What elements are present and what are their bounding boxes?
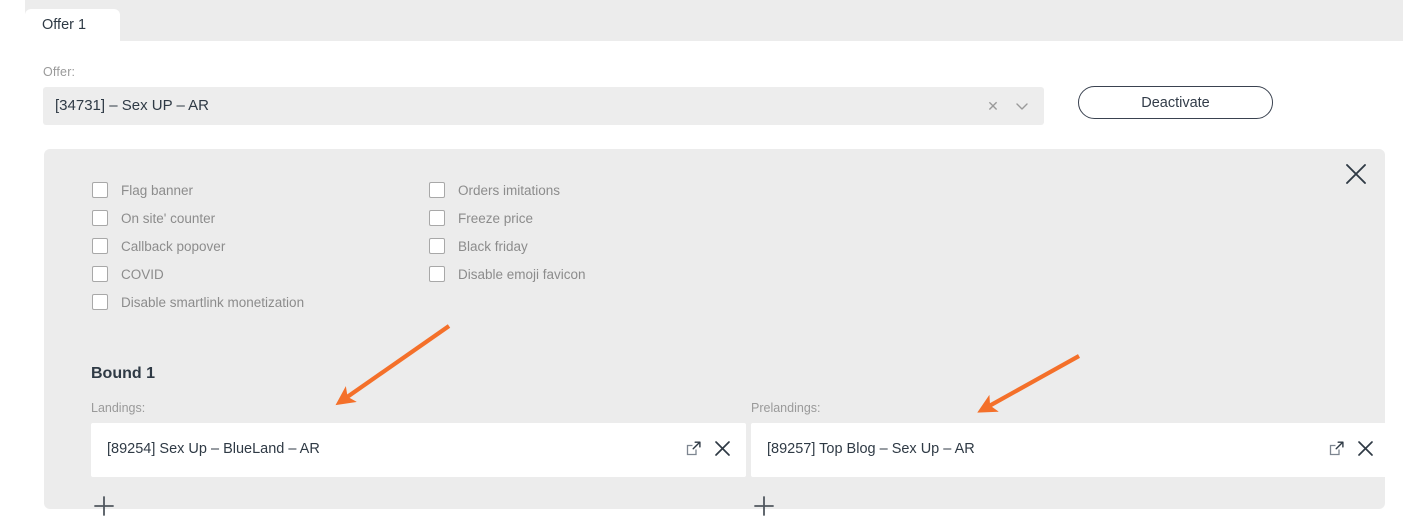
prelanding-row-text: [89257] Top Blog – Sex Up – AR (767, 441, 975, 457)
landing-row-text: [89254] Sex Up – BlueLand – AR (107, 441, 320, 457)
checkbox-box-icon[interactable] (429, 182, 445, 198)
checkbox-black-friday[interactable]: Black friday (429, 232, 586, 260)
deactivate-button[interactable]: Deactivate (1078, 86, 1273, 119)
checkbox-label: Black friday (458, 238, 528, 254)
checkbox-box-icon[interactable] (92, 210, 108, 226)
checkbox-box-icon[interactable] (92, 238, 108, 254)
checkbox-label: Freeze price (458, 210, 534, 226)
checkbox-box-icon[interactable] (92, 266, 108, 282)
tab-offer-1[interactable]: Offer 1 (25, 9, 120, 41)
checkbox-label: COVID (121, 266, 164, 282)
landings-label: Landings: (91, 401, 146, 415)
checkbox-covid[interactable]: COVID (92, 260, 304, 288)
landing-row-actions (685, 439, 732, 458)
clear-x-icon[interactable]: ✕ (986, 98, 1000, 114)
checkbox-disable-emoji-favicon[interactable]: Disable emoji favicon (429, 260, 586, 288)
checkbox-label: Callback popover (121, 238, 226, 254)
prelandings-label: Prelandings: (751, 401, 821, 415)
tab-offer-1-label: Offer 1 (42, 17, 87, 33)
checkbox-label: Flag banner (121, 182, 194, 198)
checkbox-label: Orders imitations (458, 182, 561, 198)
offer-field-label: Offer: (43, 65, 76, 79)
checkbox-orders-imitations[interactable]: Orders imitations (429, 176, 586, 204)
offer-card: Offer: [34731] – Sex UP – AR ✕ Deactivat… (25, 41, 1403, 524)
checkbox-disable-smartlink-monetization[interactable]: Disable smartlink monetization (92, 288, 304, 316)
checkbox-column-right: Orders imitations Freeze price Black fri… (429, 176, 586, 288)
landing-row[interactable]: [89254] Sex Up – BlueLand – AR (91, 423, 746, 477)
remove-x-icon[interactable] (713, 439, 732, 458)
offer-settings-panel: Flag banner On site' counter Callback po… (44, 149, 1389, 516)
checkbox-label: Disable emoji favicon (458, 266, 586, 282)
checkbox-flag-banner[interactable]: Flag banner (92, 176, 304, 204)
checkbox-box-icon[interactable] (429, 238, 445, 254)
remove-x-icon[interactable] (1356, 439, 1375, 458)
add-landing-button[interactable] (91, 493, 117, 519)
checkbox-label: On site' counter (121, 210, 216, 226)
external-link-icon[interactable] (1328, 440, 1345, 457)
chevron-down-icon[interactable] (1014, 99, 1030, 113)
offer-select[interactable]: [34731] – Sex UP – AR ✕ (43, 87, 1044, 125)
checkbox-box-icon[interactable] (429, 210, 445, 226)
checkbox-callback-popover[interactable]: Callback popover (92, 232, 304, 260)
checkbox-column-left: Flag banner On site' counter Callback po… (92, 176, 304, 316)
checkbox-box-icon[interactable] (92, 182, 108, 198)
checkbox-freeze-price[interactable]: Freeze price (429, 204, 586, 232)
prelanding-row[interactable]: [89257] Top Blog – Sex Up – AR (751, 423, 1389, 477)
checkbox-box-icon[interactable] (429, 266, 445, 282)
checkbox-label: Disable smartlink monetization (121, 294, 305, 310)
add-prelanding-button[interactable] (751, 493, 777, 519)
checkbox-on-site-counter[interactable]: On site' counter (92, 204, 304, 232)
offer-select-value: [34731] – Sex UP – AR (55, 97, 209, 114)
external-link-icon[interactable] (685, 440, 702, 457)
checkbox-box-icon[interactable] (92, 294, 108, 310)
prelanding-row-actions (1328, 439, 1375, 458)
close-x-icon[interactable] (1343, 161, 1369, 187)
bound-title: Bound 1 (91, 365, 155, 382)
tab-strip: Offer 1 (25, 0, 1403, 41)
